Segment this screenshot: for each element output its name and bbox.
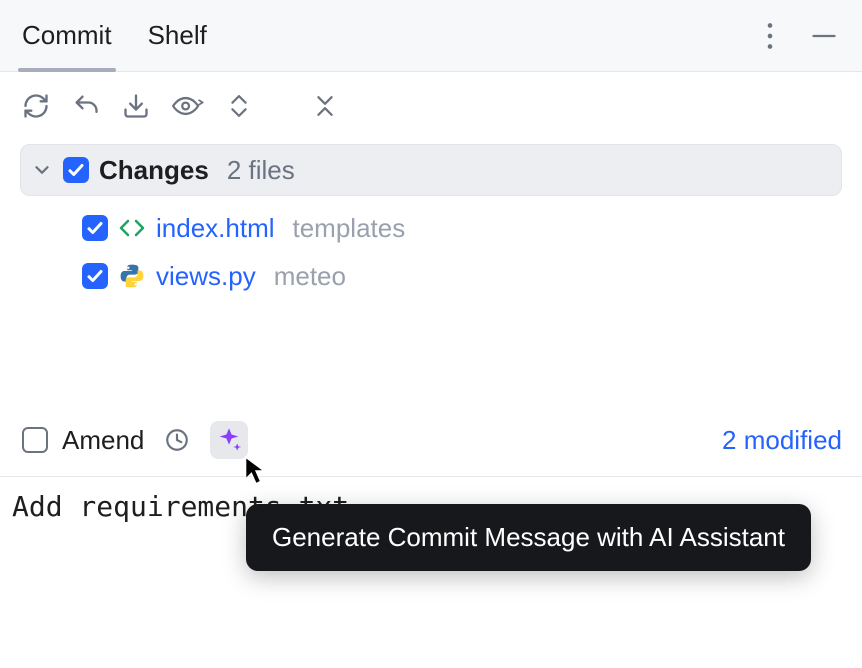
diff-preview-icon[interactable] (172, 92, 206, 125)
html-file-icon (118, 216, 146, 240)
ai-tooltip-text: Generate Commit Message with AI Assistan… (272, 522, 785, 552)
minimize-icon[interactable] (806, 18, 842, 54)
title-bar-actions (752, 18, 852, 54)
modified-count[interactable]: 2 modified (722, 425, 848, 456)
ai-tooltip: Generate Commit Message with AI Assistan… (246, 504, 811, 571)
amend-label: Amend (62, 425, 144, 456)
file-row[interactable]: views.py meteo (82, 252, 842, 300)
refresh-icon[interactable] (22, 92, 50, 125)
file-checkbox[interactable] (82, 215, 108, 241)
shelve-icon[interactable] (122, 92, 150, 125)
changes-title: Changes (99, 155, 209, 186)
changes-header[interactable]: Changes 2 files (20, 144, 842, 196)
collapse-icon[interactable] (314, 92, 336, 125)
changes-count: 2 files (227, 155, 295, 186)
changes-checkbox[interactable] (63, 157, 89, 183)
changelists-icon[interactable] (228, 92, 250, 125)
changes-panel: Changes 2 files index.html templates (0, 144, 862, 300)
amend-checkbox[interactable] (22, 427, 48, 453)
tab-shelf-label: Shelf (148, 20, 207, 51)
tab-commit[interactable]: Commit (22, 0, 112, 71)
chevron-down-icon[interactable] (31, 159, 53, 181)
file-name: index.html (156, 213, 275, 244)
file-list: index.html templates views.py meteo (20, 196, 842, 300)
file-row[interactable]: index.html templates (82, 204, 842, 252)
more-vertical-icon[interactable] (752, 18, 788, 54)
rollback-icon[interactable] (72, 92, 100, 125)
history-icon[interactable] (158, 421, 196, 459)
vcs-toolbar (0, 72, 862, 144)
file-name: views.py (156, 261, 256, 292)
tab-commit-label: Commit (22, 20, 112, 51)
file-dir: meteo (274, 261, 346, 292)
tab-strip: Commit Shelf (0, 0, 207, 71)
divider (0, 476, 862, 477)
ai-generate-button[interactable] (210, 421, 248, 459)
file-checkbox[interactable] (82, 263, 108, 289)
python-file-icon (118, 263, 146, 289)
title-bar: Commit Shelf (0, 0, 862, 72)
file-dir: templates (293, 213, 406, 244)
tab-shelf[interactable]: Shelf (148, 0, 207, 71)
commit-options-bar: Amend 2 modified (0, 408, 862, 472)
